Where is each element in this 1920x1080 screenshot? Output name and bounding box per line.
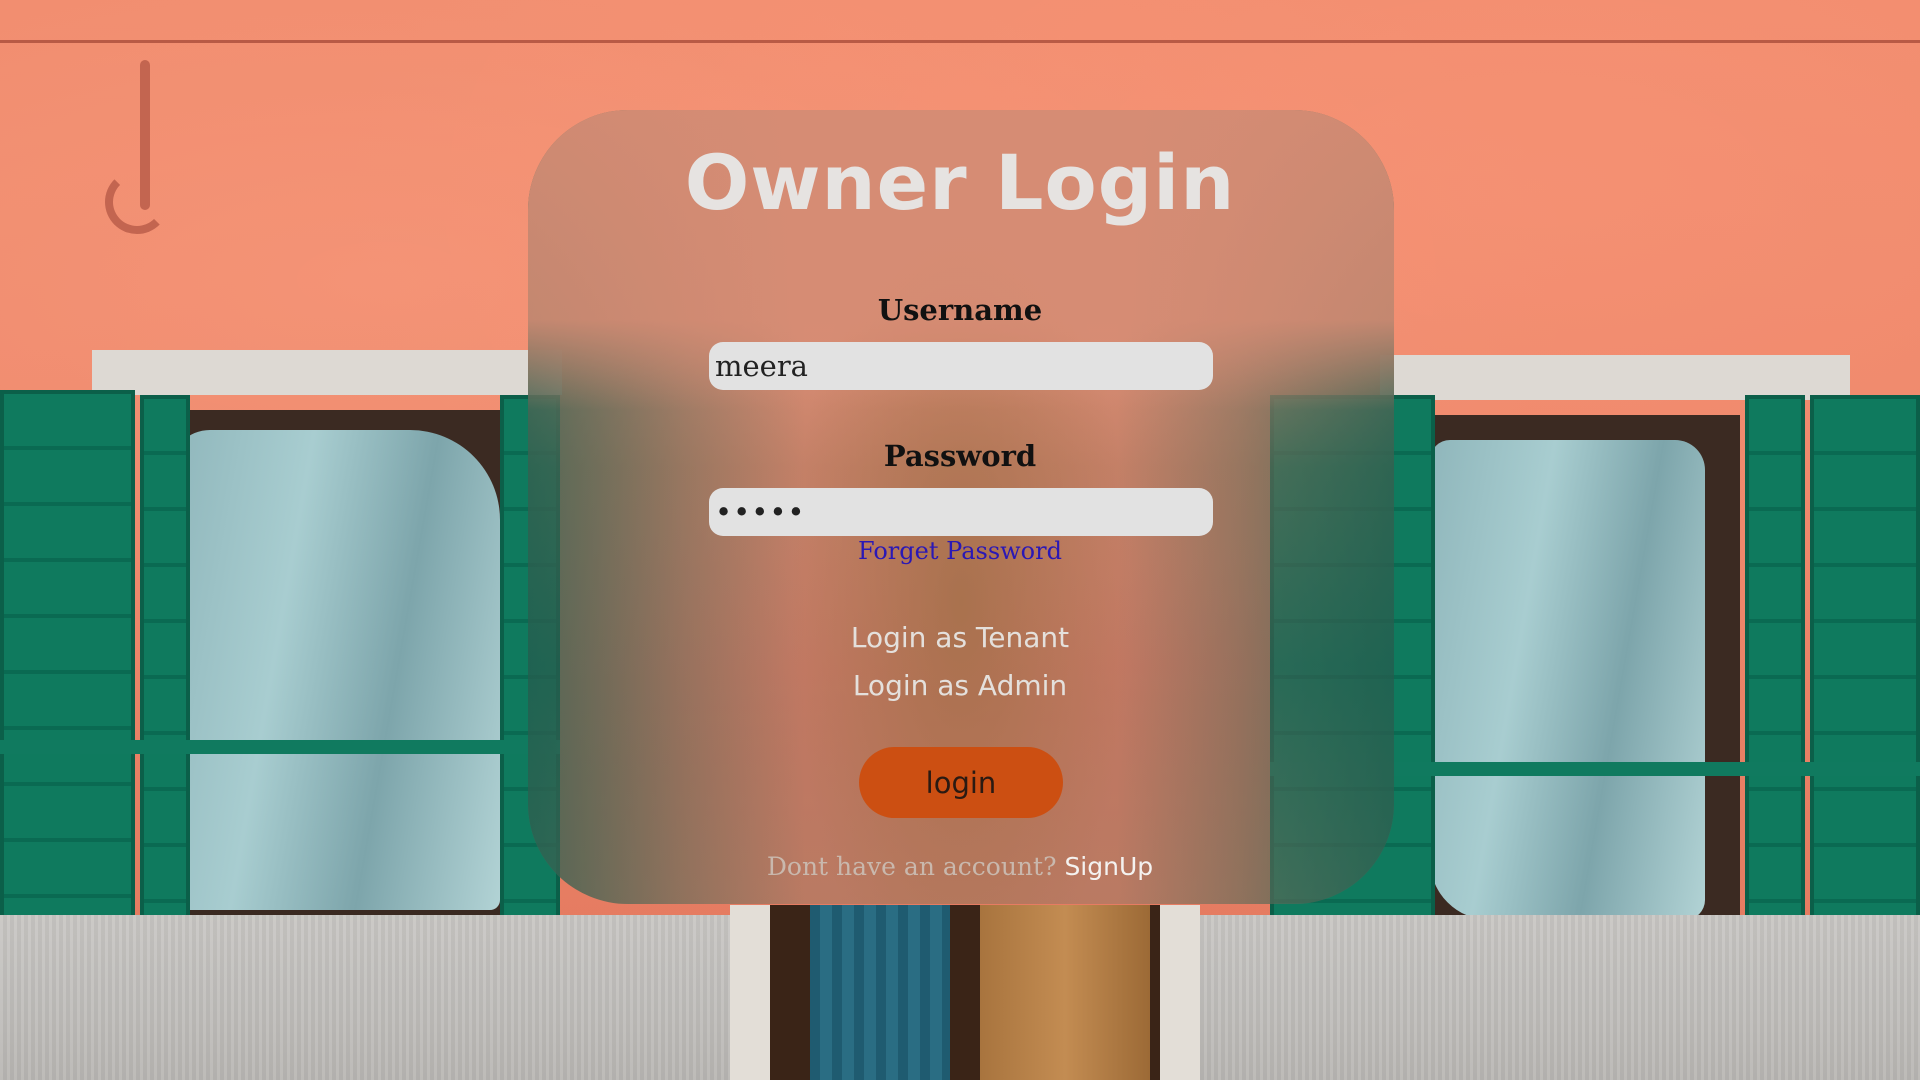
- login-as-admin-link[interactable]: Login as Admin: [0, 669, 1920, 702]
- right-window-lintel: [1380, 355, 1850, 400]
- forget-password-link[interactable]: Forget Password: [0, 537, 1920, 565]
- door-jamb-left: [730, 905, 770, 1080]
- login-as-tenant-link[interactable]: Login as Tenant: [0, 621, 1920, 654]
- left-window-rail: [0, 740, 560, 754]
- password-label: Password: [883, 439, 1037, 473]
- page-title: Owner Login: [684, 138, 1236, 227]
- left-shutter-inner: [140, 395, 190, 925]
- signup-link[interactable]: SignUp: [1064, 852, 1153, 881]
- door-curtain: [810, 905, 950, 1080]
- username-label: Username: [877, 293, 1043, 327]
- signup-prompt: Dont have an account?: [766, 852, 1057, 881]
- signup-row: Dont have an account? SignUp: [0, 852, 1920, 881]
- background-wire: [0, 40, 1920, 43]
- password-input[interactable]: •••••: [709, 488, 1213, 536]
- door-wood-panel: [980, 905, 1150, 1080]
- door-jamb-right: [1160, 905, 1200, 1080]
- login-button[interactable]: login: [859, 747, 1063, 818]
- left-window-lintel: [92, 350, 562, 395]
- username-input[interactable]: [709, 342, 1213, 390]
